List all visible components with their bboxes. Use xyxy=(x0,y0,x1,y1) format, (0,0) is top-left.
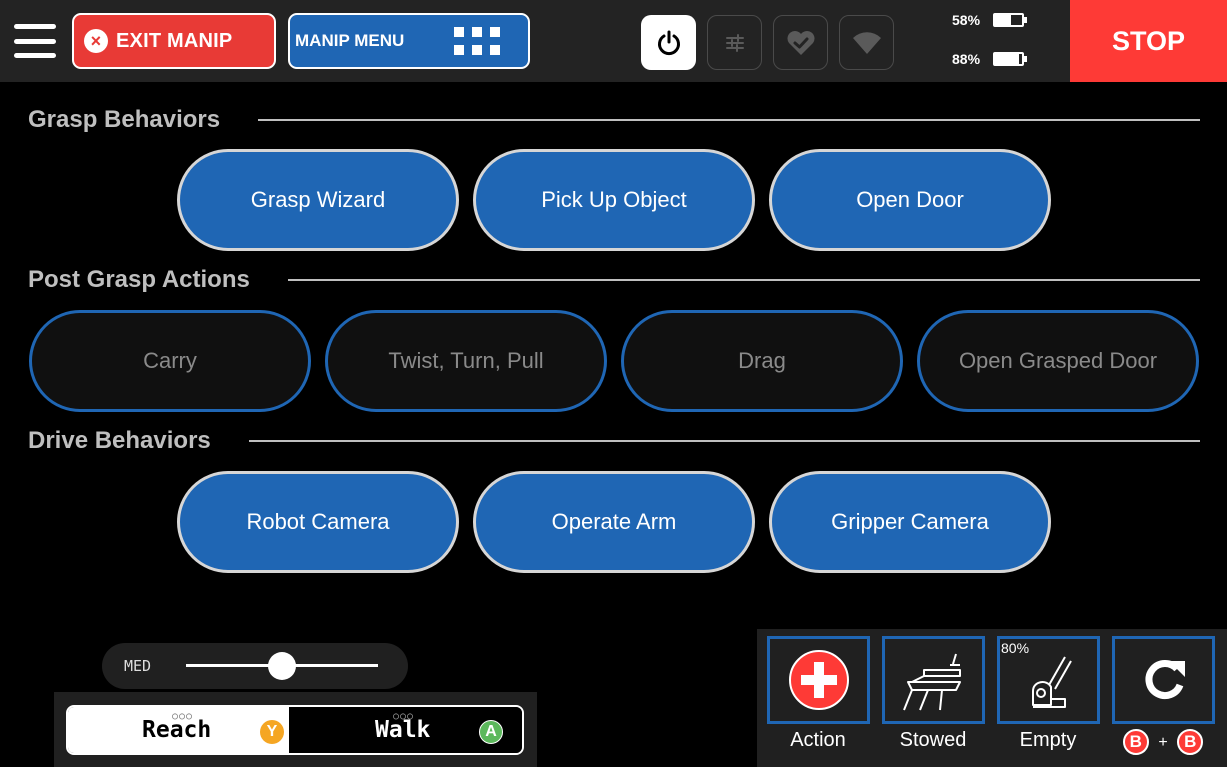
exit-manip-button[interactable]: × EXIT MANIP xyxy=(72,13,276,69)
wifi-icon xyxy=(852,31,881,54)
section-title: Grasp Behaviors xyxy=(28,106,221,133)
battery-icon xyxy=(993,13,1028,27)
power-button[interactable] xyxy=(641,15,696,70)
stowed-label: Stowed xyxy=(899,729,967,751)
close-circle-icon: × xyxy=(84,29,108,53)
pick-up-object-button[interactable]: Pick Up Object xyxy=(473,149,755,251)
section-header-grasp: Grasp Behaviors xyxy=(28,106,1200,134)
robot-camera-button[interactable]: Robot Camera xyxy=(177,471,459,573)
mode-toggle: ○○○ Reach Y ○○○ Walk A xyxy=(66,705,524,755)
divider xyxy=(287,279,1200,281)
action-label: Action xyxy=(790,729,846,751)
manip-menu-label: MANIP MENU xyxy=(295,31,405,50)
b-button-icon: B xyxy=(1122,729,1149,755)
action-button[interactable] xyxy=(767,636,870,724)
section-header-post-grasp: Post Grasp Actions xyxy=(28,266,1200,294)
reset-combo: B + B xyxy=(1103,729,1223,755)
carry-button[interactable]: Carry xyxy=(29,310,311,412)
divider xyxy=(258,119,1200,121)
battery-1-fill xyxy=(995,15,1011,25)
speed-slider-thumb[interactable] xyxy=(268,652,296,680)
combo-plus: + xyxy=(1158,734,1168,752)
speed-slider-panel: MED xyxy=(102,643,408,689)
b-button-icon: B xyxy=(1177,729,1204,755)
section-title: Post Grasp Actions xyxy=(28,266,250,293)
gripper-camera-button[interactable]: Gripper Camera xyxy=(769,471,1051,573)
battery-status-2: 88% xyxy=(952,51,1028,67)
gripper-empty-button[interactable]: 80% xyxy=(997,636,1100,724)
speed-label: MED xyxy=(124,657,152,675)
settings-button[interactable] xyxy=(707,15,762,70)
mode-panel: ○○○ Reach Y ○○○ Walk A xyxy=(54,692,537,767)
sliders-icon xyxy=(725,33,744,52)
health-button[interactable] xyxy=(773,15,828,70)
a-button-icon: A xyxy=(479,720,503,744)
gripper-percent: 80% xyxy=(1001,640,1030,656)
power-icon xyxy=(657,30,680,55)
wifi-button[interactable] xyxy=(839,15,894,70)
open-grasped-door-button[interactable]: Open Grasped Door xyxy=(917,310,1199,412)
heart-check-icon xyxy=(787,30,814,55)
stowed-button[interactable] xyxy=(882,636,985,724)
battery-icon xyxy=(993,52,1028,66)
battery-2-fill xyxy=(995,54,1019,64)
section-header-drive: Drive Behaviors xyxy=(28,427,1200,455)
reach-mode-button[interactable]: ○○○ Reach Y xyxy=(68,707,289,753)
reach-dots: ○○○ xyxy=(172,711,194,722)
open-door-button[interactable]: Open Door xyxy=(769,149,1051,251)
menu-icon[interactable] xyxy=(14,24,56,58)
section-title: Drive Behaviors xyxy=(28,427,211,454)
add-circle-icon xyxy=(788,650,849,710)
battery-status-1: 58% xyxy=(952,12,1028,28)
walk-dots: ○○○ xyxy=(393,711,415,722)
empty-label: Empty xyxy=(1019,729,1077,751)
exit-manip-label: EXIT MANIP xyxy=(116,29,233,52)
walk-mode-button[interactable]: ○○○ Walk A xyxy=(289,707,522,753)
stop-button[interactable]: STOP xyxy=(1070,0,1227,82)
stowed-arm-icon xyxy=(902,653,961,711)
y-button-icon: Y xyxy=(260,720,284,744)
twist-turn-pull-button[interactable]: Twist, Turn, Pull xyxy=(325,310,607,412)
operate-arm-button[interactable]: Operate Arm xyxy=(473,471,755,573)
manip-menu-button[interactable]: MANIP MENU xyxy=(288,13,530,69)
refresh-icon xyxy=(1144,660,1185,700)
grid-icon xyxy=(454,27,500,57)
drag-button[interactable]: Drag xyxy=(621,310,903,412)
action-panel: Action Stowed 80% Empty B + B xyxy=(757,629,1227,767)
battery-2-percent: 88% xyxy=(952,51,981,67)
grasp-wizard-button[interactable]: Grasp Wizard xyxy=(177,149,459,251)
battery-1-percent: 58% xyxy=(952,12,981,28)
top-bar: × EXIT MANIP MANIP MENU 58% 88% STOP xyxy=(0,0,1227,82)
divider xyxy=(248,440,1200,442)
reset-button[interactable] xyxy=(1112,636,1215,724)
